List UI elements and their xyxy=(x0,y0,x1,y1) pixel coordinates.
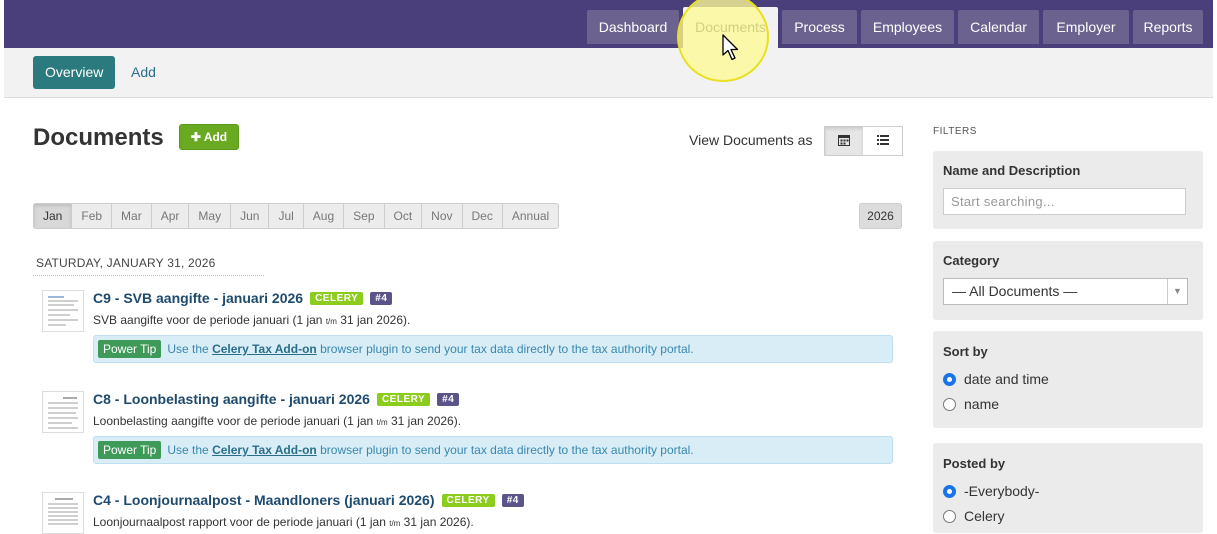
plus-icon: ✚ xyxy=(190,130,201,144)
desc-tm: t/m xyxy=(376,418,388,427)
radio-selected-icon xyxy=(943,373,956,386)
document-description: Loonbelasting aangifte voor de periode j… xyxy=(93,414,461,428)
radio-empty-icon xyxy=(943,510,956,523)
posted-by-label: Posted by xyxy=(943,456,1006,471)
day-divider xyxy=(33,275,264,276)
desc-post: 31 jan 2026). xyxy=(340,313,411,327)
view-as-label: View Documents as xyxy=(689,132,813,148)
document-title[interactable]: C9 - SVB aangifte - januari 2026 CELERY #4 xyxy=(93,290,393,306)
category-select[interactable]: — All Documents — ▼ xyxy=(943,278,1188,305)
sort-by-label: Sort by xyxy=(943,344,988,359)
document-thumbnail[interactable] xyxy=(42,492,84,534)
tip-pre: Use the xyxy=(167,443,209,457)
celery-badge: CELERY xyxy=(441,494,495,507)
document-title[interactable]: C4 - Loonjournaalpost - Maandloners (jan… xyxy=(93,492,524,508)
add-link[interactable]: Add xyxy=(119,56,168,89)
celery-badge: CELERY xyxy=(310,292,364,305)
top-navigation-bar: Dashboard Documents Process Employees Ca… xyxy=(4,0,1213,48)
month-oct[interactable]: Oct xyxy=(385,204,423,228)
celery-badge: CELERY xyxy=(376,393,431,406)
tab-process[interactable]: Process xyxy=(782,10,857,44)
posted-celery-label: Celery xyxy=(964,508,1005,524)
power-tip: Power Tip Use the Celery Tax Add-on brows… xyxy=(93,335,893,363)
sort-date-label: date and time xyxy=(964,371,1049,387)
calendar-view-button[interactable] xyxy=(824,126,864,156)
tab-calendar[interactable]: Calendar xyxy=(958,10,1039,44)
power-tip-label: Power Tip xyxy=(98,340,162,358)
month-aug[interactable]: Aug xyxy=(304,204,345,228)
document-title-text[interactable]: C4 - Loonjournaalpost - Maandloners (jan… xyxy=(93,492,435,508)
document-title[interactable]: C8 - Loonbelasting aangifte - januari 20… xyxy=(93,391,460,407)
tab-employer[interactable]: Employer xyxy=(1043,10,1129,44)
name-description-label: Name and Description xyxy=(943,163,1081,178)
tip-pre: Use the xyxy=(167,342,209,356)
power-tip-label: Power Tip xyxy=(98,441,162,459)
tip-post: browser plugin to send your tax data dir… xyxy=(320,342,694,356)
document-title-text[interactable]: C8 - Loonbelasting aangifte - januari 20… xyxy=(93,391,370,407)
month-may[interactable]: May xyxy=(189,204,232,228)
posted-everybody-radio[interactable]: -Everybody- xyxy=(943,483,1039,499)
month-nov[interactable]: Nov xyxy=(422,204,463,228)
tip-post: browser plugin to send your tax data dir… xyxy=(320,443,694,457)
document-thumbnail[interactable] xyxy=(42,290,84,332)
sort-date-radio[interactable]: date and time xyxy=(943,371,1049,387)
posted-celery-radio[interactable]: Celery xyxy=(943,508,1004,524)
document-description: SVB aangifte voor de periode januari (1 … xyxy=(93,313,410,327)
page-title: Documents xyxy=(33,124,164,151)
list-view-button[interactable] xyxy=(863,126,903,156)
month-sep[interactable]: Sep xyxy=(344,204,385,228)
desc-pre: Loonjournaalpost rapport voor de periode… xyxy=(93,515,386,529)
tab-reports[interactable]: Reports xyxy=(1133,10,1203,44)
mouse-cursor-icon xyxy=(722,34,739,61)
list-icon xyxy=(876,135,889,145)
name-description-filter: Name and Description Start searching... xyxy=(933,151,1203,229)
month-mar[interactable]: Mar xyxy=(112,204,152,228)
desc-post: 31 jan 2026). xyxy=(391,414,462,428)
desc-tm: t/m xyxy=(389,519,401,528)
radio-empty-icon xyxy=(943,398,956,411)
overview-button[interactable]: Overview xyxy=(33,56,116,89)
month-apr[interactable]: Apr xyxy=(152,204,190,228)
month-feb[interactable]: Feb xyxy=(72,204,113,228)
power-tip: Power Tip Use the Celery Tax Add-on brows… xyxy=(93,436,893,464)
celery-tax-addon-link[interactable]: Celery Tax Add-on xyxy=(212,443,317,457)
month-dec[interactable]: Dec xyxy=(463,204,503,228)
calendar-icon xyxy=(838,135,850,146)
radio-selected-icon xyxy=(943,485,956,498)
category-filter: Category — All Documents — ▼ xyxy=(933,241,1203,320)
document-description: Loonjournaalpost rapport voor de periode… xyxy=(93,515,474,529)
desc-post: 31 jan 2026). xyxy=(403,515,474,529)
posted-everybody-label: -Everybody- xyxy=(964,483,1040,499)
search-input[interactable]: Start searching... xyxy=(943,188,1186,215)
number-badge: #4 xyxy=(370,292,393,305)
add-document-label: Add xyxy=(203,130,228,144)
category-label: Category xyxy=(943,253,1000,268)
month-jan[interactable]: Jan xyxy=(34,204,73,228)
day-heading: SATURDAY, JANUARY 31, 2026 xyxy=(36,256,216,270)
dropdown-arrow-icon: ▼ xyxy=(1167,279,1187,304)
year-button[interactable]: 2026 xyxy=(859,203,902,229)
filters-heading: FILTERS xyxy=(933,126,977,137)
number-badge: #4 xyxy=(437,393,460,406)
sub-navigation: Overview Add xyxy=(4,48,1213,98)
posted-by-filter: Posted by -Everybody- Celery xyxy=(933,443,1203,533)
desc-tm: t/m xyxy=(325,317,337,326)
tab-dashboard[interactable]: Dashboard xyxy=(587,10,679,44)
number-badge: #4 xyxy=(501,494,524,507)
tab-employees[interactable]: Employees xyxy=(861,10,954,44)
document-thumbnail[interactable] xyxy=(42,391,84,433)
month-annual[interactable]: Annual xyxy=(503,204,558,228)
add-document-button[interactable]: ✚ Add xyxy=(179,124,239,150)
sort-name-radio[interactable]: name xyxy=(943,396,999,412)
month-jun[interactable]: Jun xyxy=(231,204,270,228)
category-selected: — All Documents — xyxy=(952,283,1078,299)
month-selector: Jan Feb Mar Apr May Jun Jul Aug Sep Oct … xyxy=(33,203,560,229)
desc-pre: SVB aangifte voor de periode januari (1 … xyxy=(93,313,323,327)
document-title-text[interactable]: C9 - SVB aangifte - januari 2026 xyxy=(93,290,303,306)
celery-tax-addon-link[interactable]: Celery Tax Add-on xyxy=(212,342,317,356)
sort-by-filter: Sort by date and time name xyxy=(933,331,1203,428)
month-jul[interactable]: Jul xyxy=(269,204,304,228)
desc-pre: Loonbelasting aangifte voor de periode j… xyxy=(93,414,374,428)
sort-name-label: name xyxy=(964,396,1000,412)
